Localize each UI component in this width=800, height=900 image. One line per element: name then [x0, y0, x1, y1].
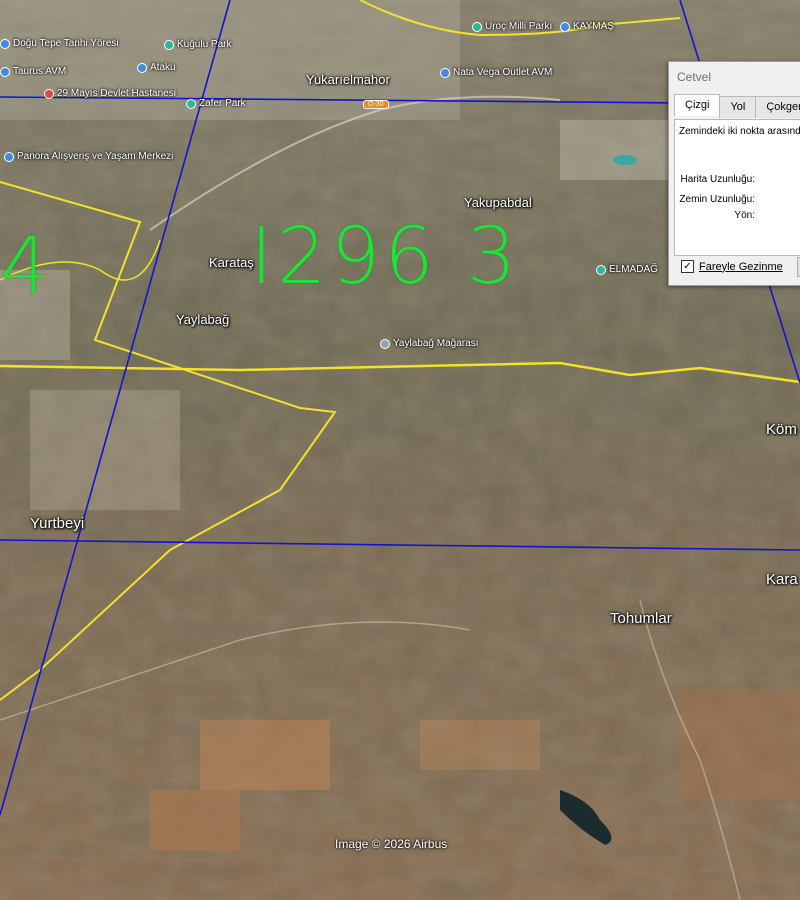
heading-label: Yön:: [734, 210, 755, 221]
shop-icon: [560, 21, 570, 32]
ruler-dialog[interactable]: Cetvel Çizgi Yol Çokgen Zemindeki iki no…: [668, 61, 800, 286]
ruler-title: Cetvel: [677, 70, 712, 84]
place-label-tohumlar: Tohumlar: [610, 610, 672, 627]
poi-mayis-hastanesi[interactable]: 29 Mayıs Devlet Hastanesi: [44, 88, 176, 99]
ruler-tabs: Çizgi Yol Çokgen: [674, 94, 800, 118]
poi-kugulu-park[interactable]: Kuğulu Park: [164, 39, 231, 50]
cave-icon: [380, 338, 390, 349]
ground-length-label: Zemin Uzunluğu:: [679, 194, 755, 205]
checkbox-box[interactable]: ✓: [681, 260, 694, 273]
tab-polygon[interactable]: Çokgen: [755, 96, 800, 118]
handwritten-left-digit: 4: [0, 222, 54, 312]
park-icon: [596, 264, 606, 275]
poi-dogu-tepe[interactable]: Doğu Tepe Tarihi Yöresi: [0, 38, 119, 49]
place-label-yurtbeyi: Yurtbeyi: [30, 515, 85, 532]
mouse-navigation-checkbox[interactable]: ✓ Fareyle Gezinme: [681, 260, 783, 273]
ruler-panel: Zemindeki iki nokta arasınd Harita Uzunl…: [674, 119, 800, 256]
poi-ataku[interactable]: Ataku: [137, 62, 176, 73]
tab-path[interactable]: Yol: [719, 96, 757, 118]
place-label-yukarielmahor: Yukarıelmahor: [306, 72, 390, 87]
park-icon: [472, 21, 482, 32]
poi-panora[interactable]: Panora Alışveriş ve Yaşam Merkezi: [4, 151, 173, 162]
shop-icon: [137, 62, 147, 73]
poi-zafer-park[interactable]: Zafer Park: [186, 98, 246, 109]
poi-nata-vega[interactable]: Nata Vega Outlet AVM: [440, 67, 552, 78]
park-icon: [186, 98, 196, 109]
poi-uroc[interactable]: Uroç Milli Parkı: [472, 21, 552, 32]
place-label-yakupabdal: Yakupabdal: [464, 195, 532, 210]
poi-yaylabag-magarasi[interactable]: Yaylabağ Mağarası: [380, 338, 478, 349]
mouse-navigation-label: Fareyle Gezinme: [699, 260, 783, 273]
place-label-yaylabag: Yaylabağ: [176, 312, 230, 327]
road-badge: O-30: [363, 100, 389, 109]
shop-icon: [4, 151, 14, 162]
place-label-kara: Kara: [766, 571, 798, 588]
map-length-label: Harita Uzunluğu:: [680, 174, 755, 185]
tab-line[interactable]: Çizgi: [674, 94, 721, 116]
imagery-credit: Image © 2026 Airbus: [335, 837, 448, 851]
place-label-karatas: Karataş: [209, 255, 254, 270]
handwritten-number: I296 3: [250, 212, 521, 302]
poi-taurus-avm[interactable]: Taurus AVM: [0, 66, 66, 77]
place-label-kom: Köm: [766, 421, 797, 438]
ruler-description: Zemindeki iki nokta arasınd: [679, 126, 800, 137]
poi-kaymas[interactable]: KAYMAŞ: [560, 21, 614, 32]
park-icon: [164, 39, 174, 50]
shop-icon: [440, 67, 450, 78]
shop-icon: [0, 38, 10, 49]
shop-icon: [0, 66, 10, 77]
hospital-icon: [44, 88, 54, 99]
poi-elmadag[interactable]: ELMADAĞ: [596, 264, 658, 275]
